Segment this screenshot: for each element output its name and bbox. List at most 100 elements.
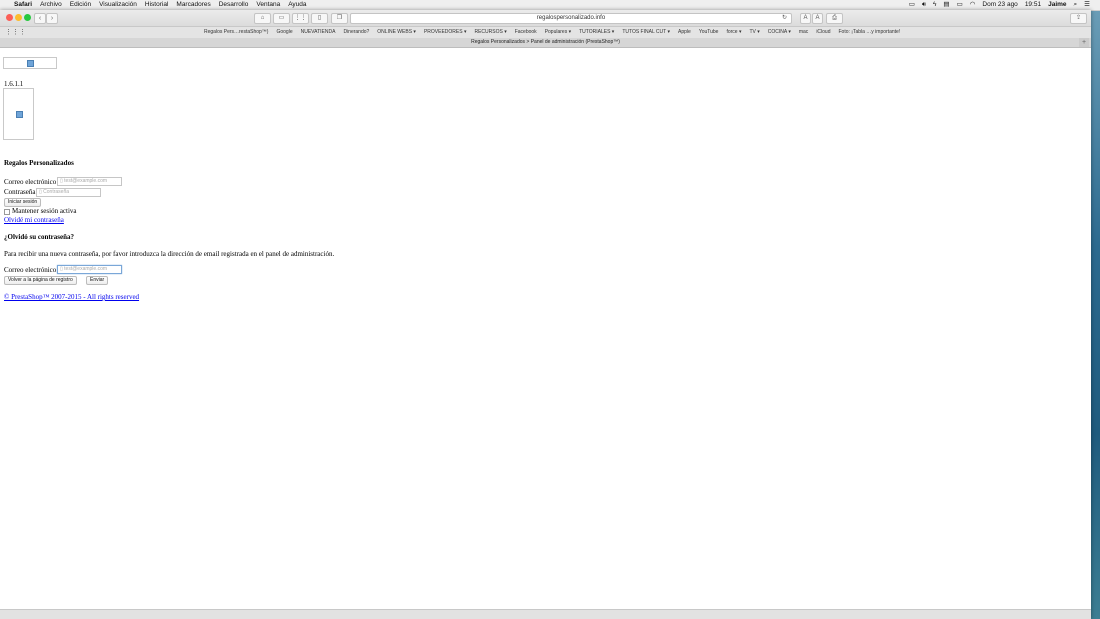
back-button[interactable]: ‹	[34, 13, 46, 24]
password-field[interactable]: ▯ Contraseña	[36, 188, 101, 197]
bookmark-item[interactable]: YouTube	[699, 27, 719, 38]
volume-icon[interactable]: 🔊︎	[922, 0, 926, 10]
menubar-time[interactable]: 19:51	[1025, 0, 1041, 10]
close-window-button[interactable]	[6, 14, 13, 21]
grid-icon: ⋮⋮	[294, 15, 307, 21]
bookmark-item[interactable]: Regalos Pers…restaShop™)	[204, 27, 268, 38]
login-button[interactable]: Iniciar sesión	[4, 198, 42, 207]
shop-name-heading: Regalos Personalizados	[4, 159, 74, 167]
wifi-icon[interactable]: ◠	[970, 0, 976, 10]
menu-historial[interactable]: Historial	[145, 0, 168, 10]
email-label: Correo electrónico	[4, 178, 57, 186]
forgot-password-heading: ¿Olvidó su contraseña?	[4, 233, 75, 241]
field-icon: ▯	[39, 189, 42, 195]
share-button[interactable]: ⇪	[1070, 13, 1087, 24]
bookmarks-grid-icon[interactable]: ⋮⋮⋮	[5, 27, 26, 38]
bookmark-item[interactable]: Foto: ¡Tabla …y importante!	[839, 27, 901, 38]
menubar-user[interactable]: Jaime	[1048, 0, 1066, 10]
bookmark-item[interactable]: NUEVATIENDA	[301, 27, 336, 38]
menu-desarrollo[interactable]: Desarrollo	[219, 0, 249, 10]
bookmark-item[interactable]: TV ▾	[749, 27, 759, 38]
spotlight-icon[interactable]: ⌕	[1074, 0, 1078, 10]
bookmark-item[interactable]: force ▾	[726, 27, 741, 38]
menu-edicion[interactable]: Edición	[70, 0, 91, 10]
new-tab-button[interactable]: +	[1079, 38, 1089, 47]
forgot-email-field[interactable]: ▯ test@example.com	[57, 265, 122, 274]
browser-toolbar: ‹ › ⌂ ▭ ⋮⋮ ▯ ❐ regalospersonalizado.info…	[0, 10, 1091, 27]
screen-mirroring-icon[interactable]: ▭	[909, 0, 915, 10]
bookmark-item[interactable]: COCINA ▾	[768, 27, 791, 38]
menu-ayuda[interactable]: Ayuda	[288, 0, 306, 10]
field-icon: ▯	[60, 178, 63, 184]
email-placeholder: test@example.com	[64, 178, 108, 184]
flash-icon[interactable]: ϟ	[933, 0, 936, 10]
active-tab-title[interactable]: Regalos Personalizados > Panel de admini…	[471, 39, 620, 45]
printer-icon: ⎙	[832, 15, 837, 21]
safari-window: ‹ › ⌂ ▭ ⋮⋮ ▯ ❐ regalospersonalizado.info…	[0, 10, 1091, 619]
back-to-login-button[interactable]: Volver a la página de registro	[4, 276, 77, 285]
bookmark-item[interactable]: Dinerando?	[343, 27, 369, 38]
stay-logged-label: Mantener sesión activa	[12, 207, 77, 215]
footer-copyright-link[interactable]: © PrestaShop™ 2007-2015 - All rights res…	[4, 293, 139, 301]
password-placeholder: Contraseña	[43, 189, 70, 195]
banner-image	[3, 88, 34, 140]
tabs-overview-button[interactable]: ❐	[331, 13, 348, 24]
menu-visualizacion[interactable]: Visualización	[99, 0, 137, 10]
print-button[interactable]: ⎙	[826, 13, 843, 24]
sidebar-button[interactable]: ▯	[311, 13, 328, 24]
reload-icon[interactable]: ↻	[782, 14, 787, 23]
page-content: 1.6.1.1 Regalos Personalizados Correo el…	[0, 48, 1091, 609]
share-icon: ⇪	[1075, 15, 1082, 21]
text-smaller-button[interactable]: A	[800, 13, 811, 24]
sidebar-icon: ▯	[317, 15, 322, 21]
send-button[interactable]: Enviar	[86, 276, 109, 285]
forgot-password-description: Para recibir una nueva contraseña, por f…	[4, 250, 335, 258]
forward-button[interactable]: ›	[46, 13, 58, 24]
home-icon: ⌂	[260, 15, 265, 21]
text-larger-button[interactable]: A	[812, 13, 823, 24]
bookmark-item[interactable]: TUTOS FINAL CUT ▾	[622, 27, 670, 38]
minimize-window-button[interactable]	[15, 14, 22, 21]
bookmark-item[interactable]: TUTORIALES ▾	[579, 27, 614, 38]
broken-image-icon	[16, 111, 23, 118]
flag-icon[interactable]: ▤	[943, 0, 949, 10]
bookmark-item[interactable]: Google	[276, 27, 292, 38]
password-label: Contraseña	[4, 188, 36, 196]
chevron-left-icon: ‹	[38, 15, 42, 22]
battery-icon[interactable]: ▭	[957, 0, 963, 10]
field-icon: ▯	[60, 266, 63, 272]
chevron-right-icon: ›	[50, 15, 54, 22]
broken-image-icon	[27, 60, 34, 67]
bookmark-item[interactable]: ONLINE WEBS ▾	[377, 27, 416, 38]
reader-button[interactable]: ▭	[273, 13, 290, 24]
menu-ventana[interactable]: Ventana	[256, 0, 280, 10]
bookmark-item[interactable]: PROVEEDORES ▾	[424, 27, 467, 38]
bookmark-item[interactable]: Facebook	[515, 27, 537, 38]
top-sites-button[interactable]: ⋮⋮	[292, 13, 309, 24]
bookmark-item[interactable]: Populares ▾	[545, 27, 571, 38]
bookmark-item[interactable]: RECURSOS ▾	[474, 27, 506, 38]
email-field[interactable]: ▯ test@example.com	[57, 177, 122, 186]
address-bar[interactable]: regalospersonalizado.info ↻	[350, 13, 792, 24]
menubar-date[interactable]: Dom 23 ago	[982, 0, 1017, 10]
forgot-email-label: Correo electrónico	[4, 266, 57, 274]
home-button[interactable]: ⌂	[254, 13, 271, 24]
tab-bar: Regalos Personalizados > Panel de admini…	[0, 38, 1091, 48]
forgot-password-link[interactable]: Olvidé mi contraseña	[4, 216, 64, 224]
stay-logged-checkbox[interactable]	[4, 209, 10, 215]
address-text: regalospersonalizado.info	[536, 15, 606, 21]
logo-image	[3, 57, 57, 69]
notification-center-icon[interactable]: ☰	[1084, 0, 1090, 10]
maximize-window-button[interactable]	[24, 14, 31, 21]
status-bar	[0, 609, 1091, 619]
bookmark-item[interactable]: mac	[799, 27, 808, 38]
menu-marcadores[interactable]: Marcadores	[176, 0, 210, 10]
bookmark-item[interactable]: Apple	[678, 27, 691, 38]
menu-archivo[interactable]: Archivo	[40, 0, 62, 10]
menu-safari[interactable]: Safari	[14, 0, 32, 10]
forgot-email-placeholder: test@example.com	[64, 266, 108, 272]
bookmark-item[interactable]: iCloud	[816, 27, 830, 38]
desktop-background	[1090, 0, 1100, 619]
tabs-icon: ❐	[336, 15, 343, 21]
version-label: 1.6.1.1	[4, 80, 24, 88]
